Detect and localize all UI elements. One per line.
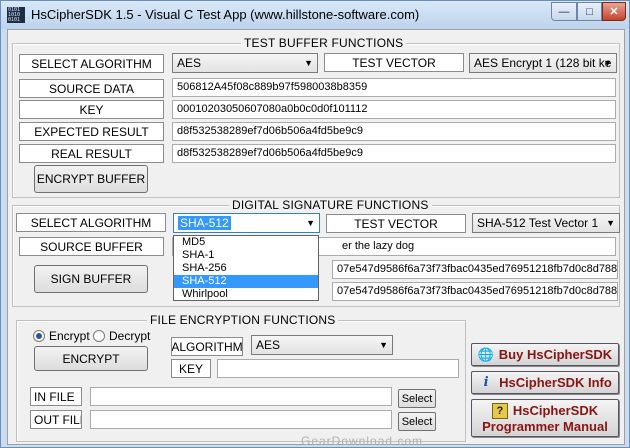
encrypt-radio-label: Encrypt [49,329,90,343]
encrypt-radio[interactable]: Encrypt [33,329,90,343]
dropdown-option[interactable]: MD5 [174,236,318,249]
signature-hash-field-1[interactable]: 07e547d9586f6a73f73fbac0435ed76951218fb7… [332,260,618,279]
decrypt-radio[interactable]: Decrypt [93,329,150,343]
sign-buffer-button[interactable]: SIGN BUFFER [34,265,148,293]
digital-signature-title: DIGITAL SIGNATURE FUNCTIONS [229,198,432,212]
manual-button-line2: Programmer Manual [482,418,608,434]
signature-hash-field-2[interactable]: 07e547d9586f6a73f73fbac0435ed76951218fb7… [332,282,618,301]
info-button[interactable]: i HsCipherSDK Info [471,371,619,394]
file-algorithm-label: ALGORITHM [171,337,243,356]
buy-button-label: Buy HsCipherSDK [498,347,613,362]
out-file-field[interactable] [90,410,392,429]
watermark: GearDownload.com [301,434,424,448]
dropdown-option-selected[interactable]: SHA-512 [174,275,318,288]
sig-select-algorithm-label: SELECT ALGORITHM [16,213,166,232]
dropdown-option[interactable]: SHA-1 [174,249,318,262]
source-data-label: SOURCE DATA [19,79,164,98]
info-button-label: HsCipherSDK Info [499,375,612,390]
expected-result-label: EXPECTED RESULT [19,122,164,141]
manual-button[interactable]: ? HsCipherSDK Programmer Manual [471,399,619,437]
buffer-test-vector-value: AES Encrypt 1 (128 bit ke [474,56,612,70]
sig-test-vector-select[interactable]: SHA-512 Test Vector 1 ▼ [472,213,620,233]
sig-algorithm-dropdown-list: MD5 SHA-1 SHA-256 SHA-512 Whirlpool [173,235,319,301]
source-buffer-label: SOURCE BUFFER [19,237,164,256]
dropdown-option[interactable]: SHA-256 [174,262,318,275]
file-algorithm-value: AES [256,338,281,352]
real-result-field[interactable]: d8f532538289ef7d06b506a4fd5be9c9 [172,144,616,163]
chevron-down-icon: ▼ [603,58,612,68]
radio-selected-icon [33,330,45,342]
manual-button-top: ? HsCipherSDK [491,402,599,419]
app-window: 0101 1010 0101 HsCipherSDK 1.5 - Visual … [0,0,630,448]
window-title: HsCipherSDK 1.5 - Visual C Test App (www… [31,7,420,22]
source-data-field[interactable]: 506812A45f08c889b97f5980038b8359 [172,78,616,97]
buffer-algorithm-value: AES [177,56,202,70]
key-field[interactable]: 00010203050607080a0b0c0d0f101112 [172,100,616,119]
chevron-down-icon: ▼ [379,340,388,350]
select-out-file-button[interactable]: Select [398,412,436,431]
globe-icon: 🌐 [477,346,494,362]
file-key-field[interactable] [217,359,459,378]
help-book-icon: ? [491,402,508,419]
sig-test-vector-value: SHA-512 Test Vector 1 [477,216,599,230]
key-label: KEY [19,100,164,119]
sig-test-vector-label: TEST VECTOR [326,214,466,233]
chevron-down-icon: ▼ [304,58,313,68]
title-bar: 0101 1010 0101 HsCipherSDK 1.5 - Visual … [1,1,629,29]
buffer-algorithm-select[interactable]: AES ▼ [172,53,318,73]
sig-algorithm-value: SHA-512 [178,216,231,230]
test-buffer-title: TEST BUFFER FUNCTIONS [241,36,407,50]
sig-algorithm-select[interactable]: SHA-512 ▼ [173,213,320,233]
minimize-button[interactable]: — [551,2,577,21]
expected-result-field[interactable]: d8f532538289ef7d06b506a4fd5be9c9 [172,122,616,141]
buffer-test-vector-label: TEST VECTOR [324,53,464,72]
radio-unselected-icon [93,330,105,342]
file-algorithm-select[interactable]: AES ▼ [251,335,393,355]
close-button[interactable]: ✕ [602,2,626,21]
dropdown-option[interactable]: Whirlpool [174,288,318,301]
file-encrypt-button[interactable]: ENCRYPT [34,346,148,371]
buy-button[interactable]: 🌐 Buy HsCipherSDK [471,343,619,366]
in-file-label: IN FILE [30,387,82,406]
binary-icon: 0101 1010 0101 [7,7,25,23]
info-icon: i [483,375,489,390]
file-key-label: KEY [171,359,211,378]
decrypt-radio-label: Decrypt [109,329,151,343]
file-encryption-title: FILE ENCRYPTION FUNCTIONS [147,313,339,327]
manual-button-line1: HsCipherSDK [512,403,599,418]
real-result-label: REAL RESULT [19,144,164,163]
client-area: TEST BUFFER FUNCTIONS SELECT ALGORITHM A… [7,29,625,445]
select-in-file-button[interactable]: Select [398,389,436,408]
maximize-button[interactable]: □ [577,2,602,21]
in-file-field[interactable] [90,387,392,406]
out-file-label: OUT FILE [30,410,82,429]
buffer-test-vector-select[interactable]: AES Encrypt 1 (128 bit ke ▼ [469,53,617,73]
buffer-select-algorithm-label: SELECT ALGORITHM [19,54,164,73]
encrypt-buffer-button[interactable]: ENCRYPT BUFFER [34,165,148,193]
chevron-down-icon: ▼ [606,218,615,228]
chevron-down-icon: ▼ [306,218,315,228]
